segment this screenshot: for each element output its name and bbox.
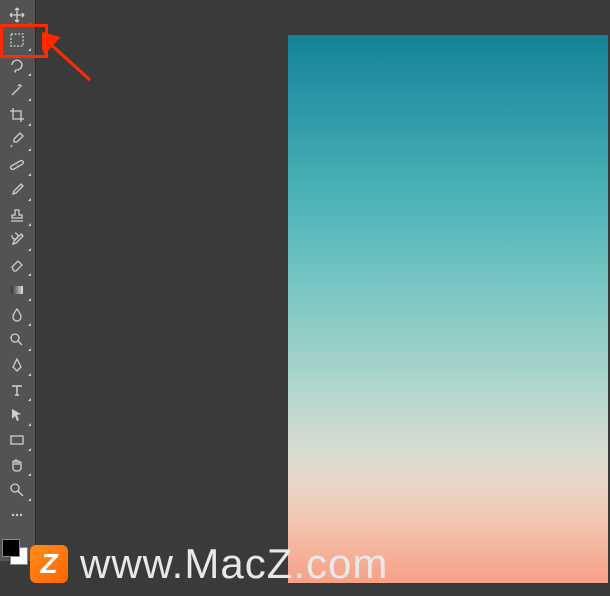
brush-tool[interactable] <box>2 177 32 202</box>
dodge-tool[interactable] <box>2 327 32 352</box>
hand-tool[interactable] <box>2 452 32 477</box>
clone-stamp-tool[interactable] <box>2 202 32 227</box>
history-brush-tool[interactable] <box>2 227 32 252</box>
rectangle-tool[interactable] <box>2 427 32 452</box>
eyedropper-tool[interactable] <box>2 127 32 152</box>
watermark-text: www.MacZ.com <box>80 540 388 588</box>
annotation-arrow-icon <box>42 32 92 82</box>
color-swatches[interactable] <box>2 533 32 561</box>
crop-tool[interactable] <box>2 102 32 127</box>
move-tool[interactable] <box>2 2 32 27</box>
lasso-tool[interactable] <box>2 52 32 77</box>
watermark-badge: Z <box>30 545 68 583</box>
foreground-color-swatch[interactable] <box>2 539 20 557</box>
watermark: Z www.MacZ.com <box>30 540 388 588</box>
path-selection-tool[interactable] <box>2 402 32 427</box>
gradient-tool[interactable] <box>2 277 32 302</box>
document-canvas[interactable] <box>288 35 608 583</box>
marquee-tool[interactable] <box>2 27 32 52</box>
pen-tool[interactable] <box>2 352 32 377</box>
blur-tool[interactable] <box>2 302 32 327</box>
zoom-tool[interactable] <box>2 477 32 502</box>
edit-toolbar[interactable] <box>2 502 32 527</box>
type-tool[interactable] <box>2 377 32 402</box>
tools-panel <box>0 0 36 561</box>
magic-wand-tool[interactable] <box>2 77 32 102</box>
healing-brush-tool[interactable] <box>2 152 32 177</box>
eraser-tool[interactable] <box>2 252 32 277</box>
